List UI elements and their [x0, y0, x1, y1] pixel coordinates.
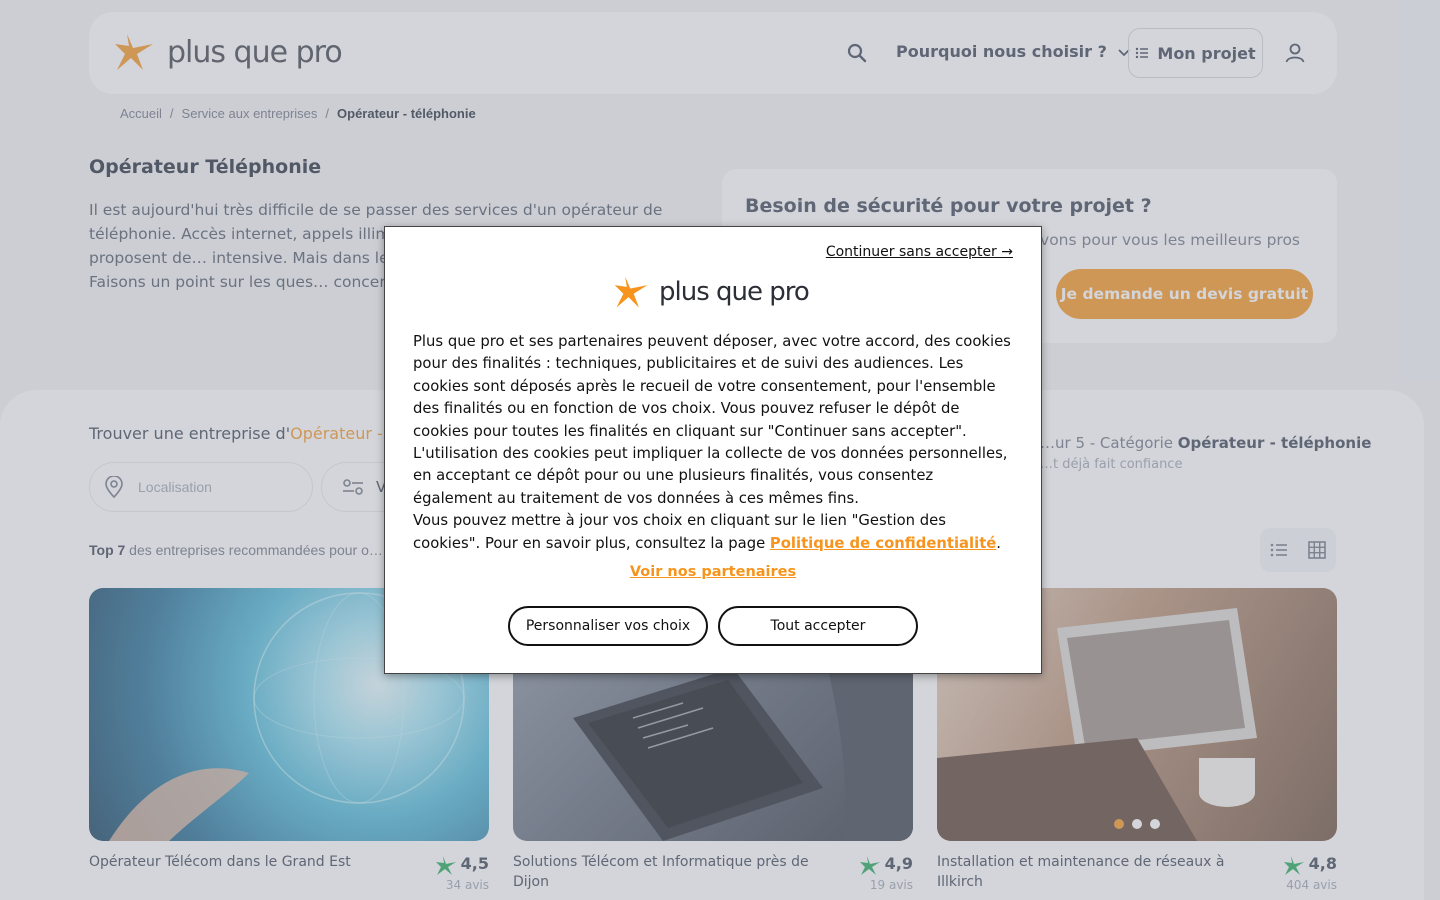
customize-choices-button[interactable]: Personnaliser vos choix [508, 606, 708, 646]
cookie-consent-dialog: Continuer sans accepter → plus que pro P… [384, 226, 1042, 674]
cookie-text-period: . [996, 534, 1002, 552]
cookie-consent-text: Plus que pro et ses partenaires peuvent … [413, 331, 1017, 555]
privacy-policy-link[interactable]: Politique de confidentialité [770, 535, 996, 552]
cookie-text-paragraph: Plus que pro et ses partenaires peuvent … [413, 333, 1011, 507]
accept-all-button[interactable]: Tout accepter [718, 606, 918, 646]
continue-without-accepting-link[interactable]: Continuer sans accepter → [826, 244, 1013, 260]
star-logo-icon [614, 276, 648, 308]
modal-brand-name: plus que pro [659, 277, 810, 307]
modal-brand-logo: plus que pro [613, 273, 810, 311]
view-partners-link[interactable]: Voir nos partenaires [385, 564, 1041, 580]
